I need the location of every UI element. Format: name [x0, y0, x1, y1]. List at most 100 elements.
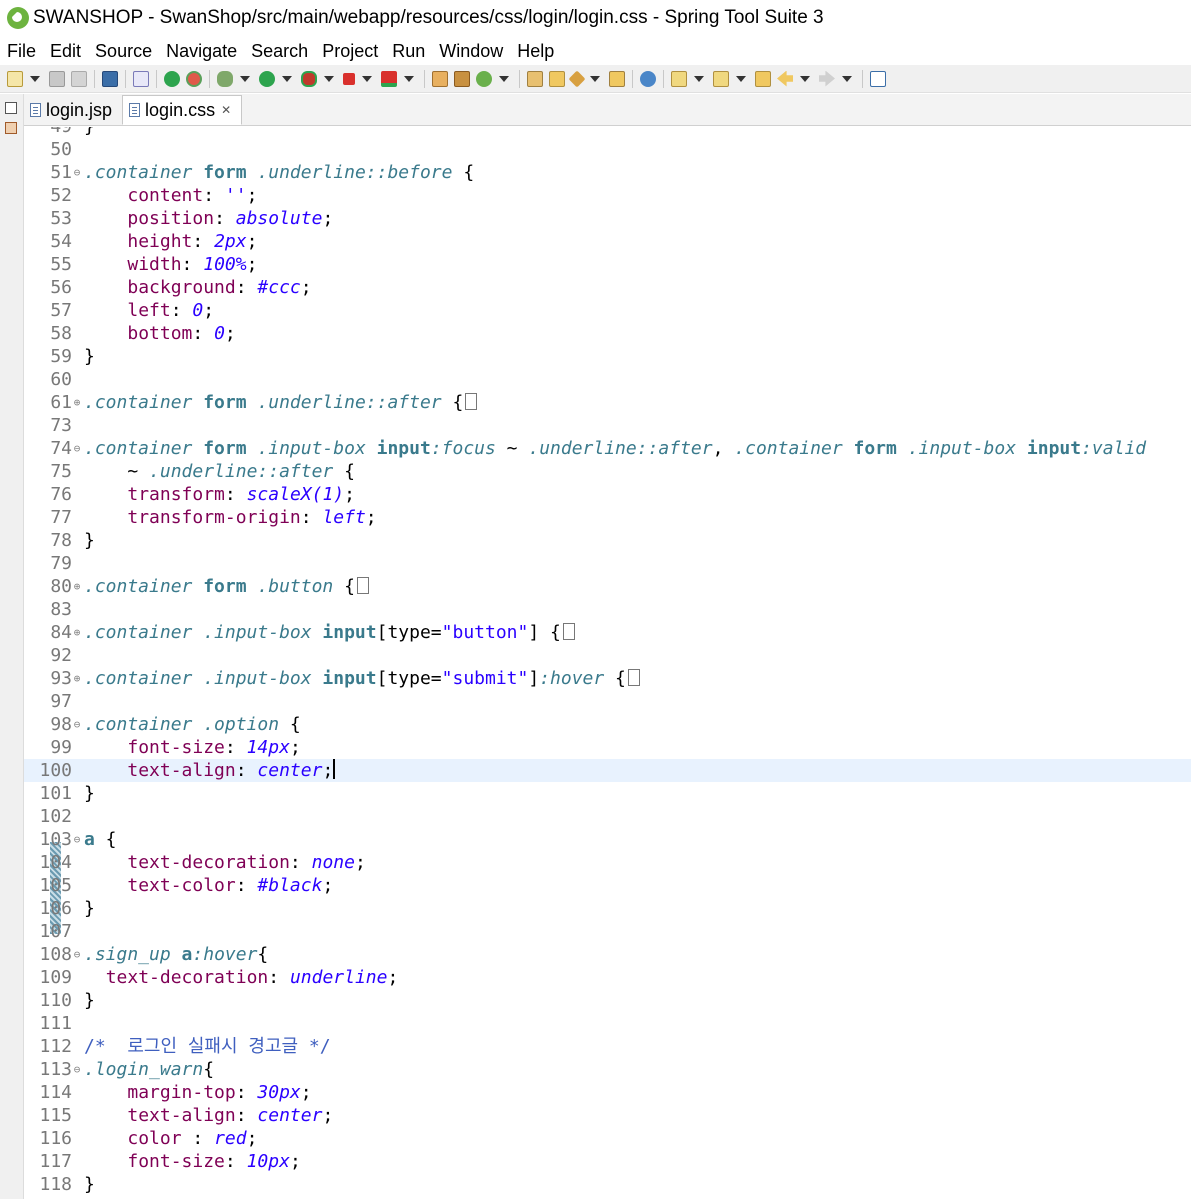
- package-icon[interactable]: [454, 70, 470, 87]
- code-line[interactable]: 117 font-size: 10px;: [24, 1150, 1191, 1173]
- code-line[interactable]: 115 text-align: center;: [24, 1104, 1191, 1127]
- code-line[interactable]: 54 height: 2px;: [24, 230, 1191, 253]
- expand-fold-icon[interactable]: ⊕: [72, 667, 82, 690]
- skip-breakpoints-icon[interactable]: [133, 70, 149, 87]
- code-line[interactable]: 57 left: 0;: [24, 299, 1191, 322]
- menu-help[interactable]: Help: [510, 37, 561, 65]
- save-all-icon[interactable]: [71, 70, 87, 87]
- run-dropdown-icon[interactable]: [282, 75, 292, 82]
- debug-icon[interactable]: [217, 70, 233, 87]
- code-line[interactable]: 78}: [24, 529, 1191, 552]
- code-line[interactable]: 104 text-decoration: none;: [24, 851, 1191, 874]
- save-icon[interactable]: [49, 70, 65, 87]
- code-line[interactable]: 97: [24, 690, 1191, 713]
- collapsed-region-icon[interactable]: [627, 669, 640, 686]
- code-line[interactable]: 55 width: 100%;: [24, 253, 1191, 276]
- refresh-dropdown-icon[interactable]: [499, 75, 509, 82]
- new-icon[interactable]: [7, 70, 23, 87]
- code-line[interactable]: 74 ⊖ .container form .input-box input:focu…: [24, 437, 1191, 460]
- server-restart-icon[interactable]: [186, 70, 202, 87]
- open-type-icon[interactable]: [527, 70, 543, 87]
- stop-icon[interactable]: [343, 72, 355, 85]
- tab-login-jsp[interactable]: login.jsp: [24, 95, 122, 125]
- code-line[interactable]: 105 text-color: #black;: [24, 874, 1191, 897]
- code-line[interactable]: 103 ⊖ a {: [24, 828, 1191, 851]
- code-line[interactable]: 76 transform: scaleX(1);: [24, 483, 1191, 506]
- open-folder-icon[interactable]: [549, 70, 565, 87]
- new-window-icon[interactable]: [870, 70, 886, 87]
- code-line[interactable]: 60: [24, 368, 1191, 391]
- code-line[interactable]: 116 color : red;: [24, 1127, 1191, 1150]
- code-line[interactable]: 108 ⊖ .sign_up a:hover{: [24, 943, 1191, 966]
- coverage-icon[interactable]: [301, 70, 317, 87]
- deploy-icon[interactable]: [381, 70, 397, 87]
- back-icon[interactable]: [777, 70, 793, 87]
- code-line[interactable]: 114 margin-top: 30px;: [24, 1081, 1191, 1104]
- previous-annotation-icon[interactable]: [713, 70, 729, 87]
- code-line[interactable]: 56 background: #ccc;: [24, 276, 1191, 299]
- code-line[interactable]: 112 /* 로그인 실패시 경고글 */: [24, 1035, 1191, 1058]
- code-line[interactable]: 52 content: '';: [24, 184, 1191, 207]
- globe-icon[interactable]: [640, 70, 656, 87]
- menu-source[interactable]: Source: [88, 37, 159, 65]
- code-line[interactable]: 110}: [24, 989, 1191, 1012]
- menu-search[interactable]: Search: [244, 37, 315, 65]
- collapse-fold-icon[interactable]: ⊖: [72, 943, 82, 966]
- deploy-dropdown-icon[interactable]: [404, 75, 414, 82]
- code-line[interactable]: 75 ~ .underline::after {: [24, 460, 1191, 483]
- code-line[interactable]: 118}: [24, 1173, 1191, 1196]
- code-line[interactable]: 101}: [24, 782, 1191, 805]
- code-line[interactable]: 77 transform-origin: left;: [24, 506, 1191, 529]
- debug-dropdown-icon[interactable]: [240, 75, 250, 82]
- code-line[interactable]: 111: [24, 1012, 1191, 1035]
- menu-file[interactable]: File: [0, 37, 43, 65]
- console-icon[interactable]: [102, 70, 118, 87]
- code-line[interactable]: 61 ⊕ .container form .underline::after {: [24, 391, 1191, 414]
- expand-fold-icon[interactable]: ⊕: [72, 575, 82, 598]
- code-line[interactable]: 59}: [24, 345, 1191, 368]
- back-dropdown-icon[interactable]: [800, 75, 810, 82]
- menu-edit[interactable]: Edit: [43, 37, 88, 65]
- code-line[interactable]: 53 position: absolute;: [24, 207, 1191, 230]
- code-line[interactable]: 51 ⊖ .container form .underline::before {: [24, 161, 1191, 184]
- collapse-fold-icon[interactable]: ⊖: [72, 713, 82, 736]
- collapsed-region-icon[interactable]: [562, 623, 575, 640]
- next-annotation-icon[interactable]: [671, 70, 687, 87]
- code-line[interactable]: 58 bottom: 0;: [24, 322, 1191, 345]
- stop-dropdown-icon[interactable]: [362, 75, 372, 82]
- menu-run[interactable]: Run: [385, 37, 432, 65]
- code-line[interactable]: 79: [24, 552, 1191, 575]
- new-dropdown-icon[interactable]: [30, 75, 40, 82]
- outline-view-icon[interactable]: [5, 122, 17, 134]
- code-line[interactable]: 102: [24, 805, 1191, 828]
- code-line[interactable]: 107: [24, 920, 1191, 943]
- next-annotation-dropdown-icon[interactable]: [694, 75, 704, 82]
- code-line[interactable]: 109 text-decoration: underline;: [24, 966, 1191, 989]
- code-line[interactable]: 92: [24, 644, 1191, 667]
- expand-fold-icon[interactable]: ⊕: [72, 621, 82, 644]
- server-start-icon[interactable]: [164, 70, 180, 87]
- open-task-icon[interactable]: [609, 70, 625, 87]
- launch-dropdown-icon[interactable]: [590, 75, 600, 82]
- collapse-fold-icon[interactable]: ⊖: [72, 437, 82, 460]
- code-line[interactable]: 99 font-size: 14px;: [24, 736, 1191, 759]
- git-icon[interactable]: [432, 70, 448, 87]
- code-line[interactable]: 98 ⊖ .container .option {: [24, 713, 1191, 736]
- collapsed-region-icon[interactable]: [465, 393, 478, 410]
- forward-icon[interactable]: [819, 70, 835, 87]
- code-line[interactable]: 49}: [24, 127, 1191, 138]
- last-edit-icon[interactable]: [755, 70, 771, 87]
- previous-annotation-dropdown-icon[interactable]: [736, 75, 746, 82]
- menu-navigate[interactable]: Navigate: [159, 37, 244, 65]
- code-line[interactable]: 84 ⊕ .container .input-box input[type="but…: [24, 621, 1191, 644]
- code-line[interactable]: 83: [24, 598, 1191, 621]
- collapse-fold-icon[interactable]: ⊖: [72, 1058, 82, 1081]
- code-line[interactable]: 80 ⊕ .container form .button {: [24, 575, 1191, 598]
- code-line[interactable]: 106}: [24, 897, 1191, 920]
- collapse-fold-icon[interactable]: ⊖: [72, 828, 82, 851]
- close-tab-icon[interactable]: ✕: [221, 103, 231, 117]
- forward-dropdown-icon[interactable]: [842, 75, 852, 82]
- code-line[interactable]: 73: [24, 414, 1191, 437]
- code-line[interactable]: 93 ⊕ .container .input-box input[type="sub…: [24, 667, 1191, 690]
- menu-window[interactable]: Window: [432, 37, 510, 65]
